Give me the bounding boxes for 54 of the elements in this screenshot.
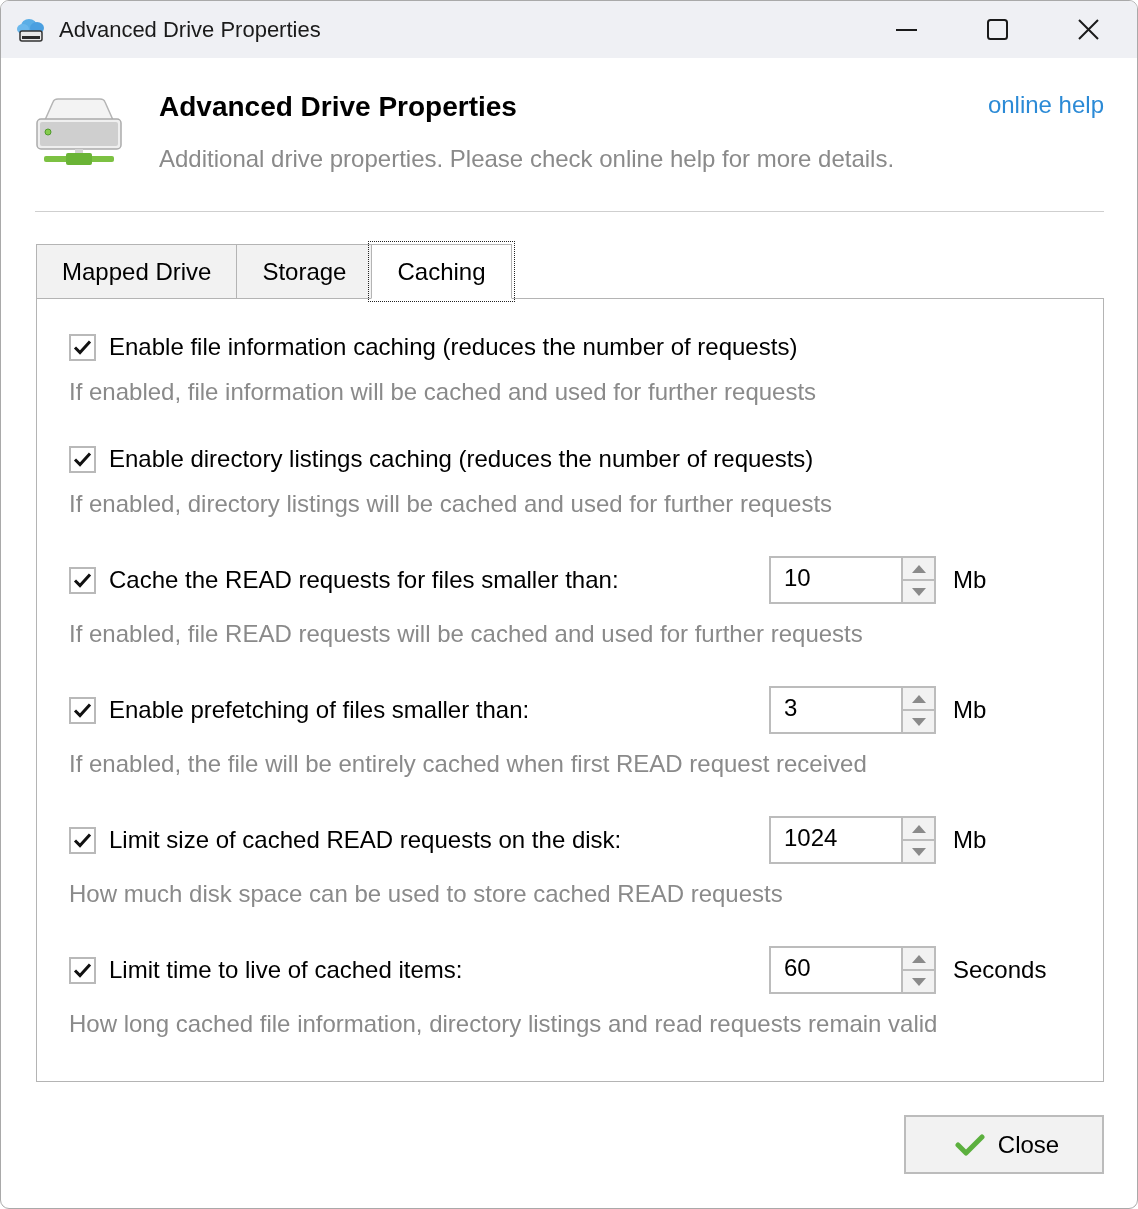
checkmark-icon <box>73 339 92 355</box>
tab[interactable]: Caching <box>371 244 512 299</box>
unit-label: Mb <box>953 565 987 595</box>
option-label: Enable file information caching (reduces the number of requests) <box>109 332 798 362</box>
dialog-heading: Advanced Drive Properties <box>159 90 518 124</box>
triangle-down-icon <box>911 717 926 726</box>
close-icon <box>1078 19 1099 40</box>
checkbox[interactable] <box>69 956 96 984</box>
triangle-down-icon <box>911 977 926 986</box>
window-title: Advanced Drive Properties <box>59 15 321 44</box>
checkbox[interactable] <box>69 566 96 594</box>
number-field[interactable]: 3 <box>769 686 903 734</box>
option-description: If enabled, directory listings will be cached and used for further requests <box>69 489 834 519</box>
checkmark-icon <box>73 451 92 467</box>
number-field[interactable]: 1024 <box>769 816 903 864</box>
option-description: If enabled, file information will be cached and used for further requests <box>69 377 818 407</box>
maximize-icon <box>987 19 1008 40</box>
unit-label: Mb <box>953 695 987 725</box>
minimize-icon <box>896 28 917 31</box>
checkmark-icon <box>73 962 92 978</box>
triangle-up-icon <box>911 824 926 833</box>
tab[interactable]: Storage <box>236 244 373 299</box>
network-drive-icon <box>36 98 122 166</box>
option-label: Enable prefetching of files smaller than: <box>109 695 530 725</box>
triangle-down-icon <box>911 587 926 596</box>
cloud-drive-icon <box>17 16 45 43</box>
option-description: How long cached file information, directory listings and read requests remain valid <box>69 1009 939 1039</box>
unit-label: Seconds <box>953 955 1047 985</box>
tab[interactable]: Mapped Drive <box>36 244 238 299</box>
triangle-up-icon <box>911 564 926 573</box>
checkbox[interactable] <box>69 445 96 473</box>
triangle-up-icon <box>911 954 926 963</box>
number-field[interactable]: 60 <box>769 946 903 994</box>
help-link[interactable]: online help <box>987 90 1104 120</box>
option-label: Limit time to live of cached items: <box>109 955 463 985</box>
option-description: If enabled, file READ requests will be cached and used for further requests <box>69 619 864 649</box>
option-description: How much disk space can be used to store cached READ requests <box>69 879 784 909</box>
checkmark-icon <box>73 702 92 718</box>
option-label: Enable directory listings caching (reduces the number of requests) <box>109 444 814 474</box>
checkmark-icon <box>73 572 92 588</box>
checkmark-icon <box>954 1133 985 1156</box>
triangle-down-icon <box>911 847 926 856</box>
checkmark-icon <box>73 832 92 848</box>
option-description: If enabled, the file will be entirely cached when first READ request received <box>69 749 868 779</box>
checkbox[interactable] <box>69 826 96 854</box>
checkbox[interactable] <box>69 696 96 724</box>
close-button[interactable]: Close <box>904 1115 1104 1174</box>
option-label: Cache the READ requests for files smaller than: <box>109 565 619 595</box>
dialog-subtitle: Additional drive properties. Please check online help for more details. <box>159 144 895 174</box>
checkbox[interactable] <box>69 333 96 361</box>
number-field[interactable]: 10 <box>769 556 903 604</box>
triangle-up-icon <box>911 694 926 703</box>
option-label: Limit size of cached READ requests on the disk: <box>109 825 622 855</box>
unit-label: Mb <box>953 825 987 855</box>
